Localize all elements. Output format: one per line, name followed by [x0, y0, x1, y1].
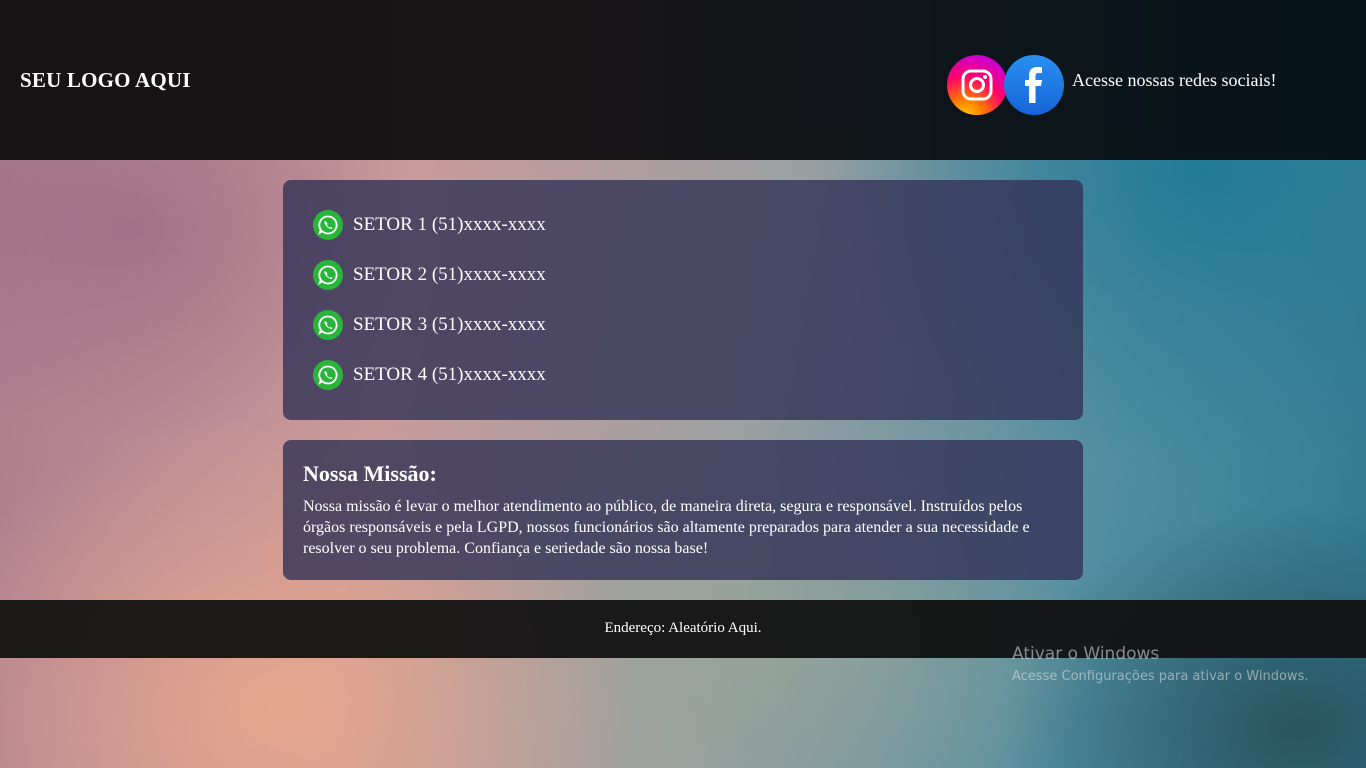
watermark-title: Ativar o Windows [1012, 644, 1160, 664]
contact-label: SETOR 4 (51)xxxx-xxxx [353, 364, 546, 385]
whatsapp-icon[interactable] [313, 310, 343, 340]
social-caption: Acesse nossas redes sociais! [1072, 69, 1277, 90]
contact-label: SETOR 1 (51)xxxx-xxxx [353, 214, 546, 235]
facebook-icon[interactable] [1004, 55, 1064, 115]
contacts-card: SETOR 1 (51)xxxx-xxxx SETOR 2 (51)xxxx-x… [283, 180, 1083, 420]
contact-item[interactable]: SETOR 1 (51)xxxx-xxxx [313, 210, 1083, 240]
whatsapp-icon[interactable] [313, 210, 343, 240]
contact-label: SETOR 2 (51)xxxx-xxxx [353, 264, 546, 285]
whatsapp-icon[interactable] [313, 260, 343, 290]
windows-activation-watermark: Ativar o Windows Acesse Configurações pa… [1012, 644, 1308, 685]
whatsapp-icon[interactable] [313, 360, 343, 390]
footer-address: Endereço: Aleatório Aqui. [604, 620, 762, 636]
mission-title: Nossa Missão: [303, 461, 437, 486]
mission-card: Nossa Missão: Nossa missão é levar o mel… [283, 440, 1083, 580]
watermark-subtitle: Acesse Configurações para ativar o Windo… [1012, 669, 1309, 684]
instagram-icon[interactable] [947, 55, 1007, 115]
social-links: Acesse nossas redes sociais! [947, 55, 1276, 115]
contact-item[interactable]: SETOR 2 (51)xxxx-xxxx [313, 260, 1083, 290]
contact-label: SETOR 3 (51)xxxx-xxxx [353, 314, 546, 335]
site-logo[interactable]: SEU LOGO AQUI [20, 68, 191, 93]
contact-item[interactable]: SETOR 4 (51)xxxx-xxxx [313, 360, 1083, 390]
mission-text: Nossa missão é levar o melhor atendiment… [303, 498, 1030, 557]
site-header: SEU LOGO AQUI Acesse nossas redes sociai… [0, 0, 1366, 160]
contact-item[interactable]: SETOR 3 (51)xxxx-xxxx [313, 310, 1083, 340]
